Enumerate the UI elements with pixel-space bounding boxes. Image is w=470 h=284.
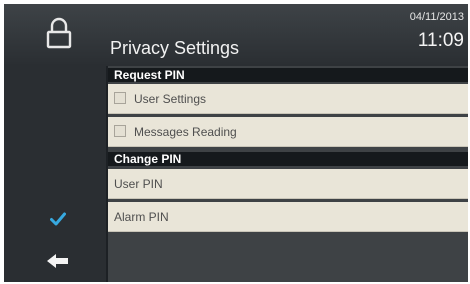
row-label: Messages Reading [134,125,237,139]
section-header-request-pin: Request PIN [108,68,468,82]
row-label: Alarm PIN [114,210,169,224]
row-label: User PIN [114,177,163,191]
back-arrow-icon[interactable] [47,254,69,268]
checkmark-icon[interactable] [50,212,66,226]
header-bar: Privacy Settings 04/11/2013 11:09 [4,4,468,66]
row-label: User Settings [134,92,207,106]
page-title: Privacy Settings [110,38,240,58]
setting-row-messages-reading[interactable]: Messages Reading [108,117,468,147]
device-screen: Privacy Settings 04/11/2013 11:09 Reques… [4,4,468,282]
clock-display: 11:09 [417,30,464,51]
lock-icon [46,17,72,49]
setting-row-alarm-pin[interactable]: Alarm PIN [108,202,468,232]
date-display: 04/11/2013 [409,11,464,23]
settings-panel: Request PIN User Settings Messages Readi… [108,66,468,282]
messages-reading-checkbox[interactable] [114,125,126,137]
setting-row-user-settings[interactable]: User Settings [108,84,468,114]
user-settings-checkbox[interactable] [114,92,126,104]
setting-row-user-pin[interactable]: User PIN [108,169,468,199]
sidebar [4,66,106,282]
section-header-change-pin: Change PIN [108,152,468,166]
